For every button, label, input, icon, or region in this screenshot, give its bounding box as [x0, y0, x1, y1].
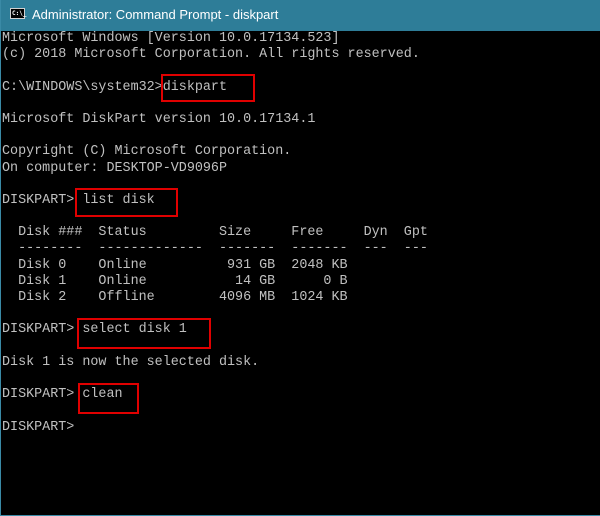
highlight-select-disk-command — [77, 318, 211, 349]
console-output-line: -------- ------------- ------- ------- -… — [2, 241, 428, 257]
console-output[interactable]: Microsoft Windows [Version 10.0.17134.52… — [2, 31, 600, 514]
highlight-clean-command — [78, 383, 139, 414]
console-output-line: Microsoft Windows [Version 10.0.17134.52… — [2, 31, 340, 46]
highlight-list-disk-command — [75, 188, 178, 217]
title-bar[interactable]: C:\_ Administrator: Command Prompt - dis… — [1, 0, 600, 31]
console-output-line: Disk ### Status Size Free Dyn Gpt — [2, 225, 428, 241]
console-output-line: On computer: DESKTOP-VD9096P — [2, 160, 227, 176]
console-output-line: Disk 2 Offline 4096 MB 1024 KB — [2, 290, 348, 305]
highlight-diskpart-command — [161, 74, 255, 102]
console-output-line: (c) 2018 Microsoft Corporation. All righ… — [2, 47, 420, 63]
console-output-line: Disk 1 is now the selected disk. — [2, 354, 260, 370]
console-output-line: Copyright (C) Microsoft Corporation. — [2, 144, 292, 160]
command-prompt-window: C:\_ Administrator: Command Prompt - dis… — [0, 0, 600, 516]
console-output-line: Disk 0 Online 931 GB 2048 KB — [2, 257, 348, 273]
window-title: Administrator: Command Prompt - diskpart — [32, 7, 279, 22]
console-command-line: C:\WINDOWS\system32>diskpart — [2, 79, 227, 95]
console-command-line: DISKPART> — [2, 419, 83, 435]
console-output-line: Microsoft DiskPart version 10.0.17134.1 — [2, 111, 316, 127]
cmd-icon: C:\_ — [10, 8, 27, 19]
console-output-line: Disk 1 Online 14 GB 0 B — [2, 273, 348, 289]
